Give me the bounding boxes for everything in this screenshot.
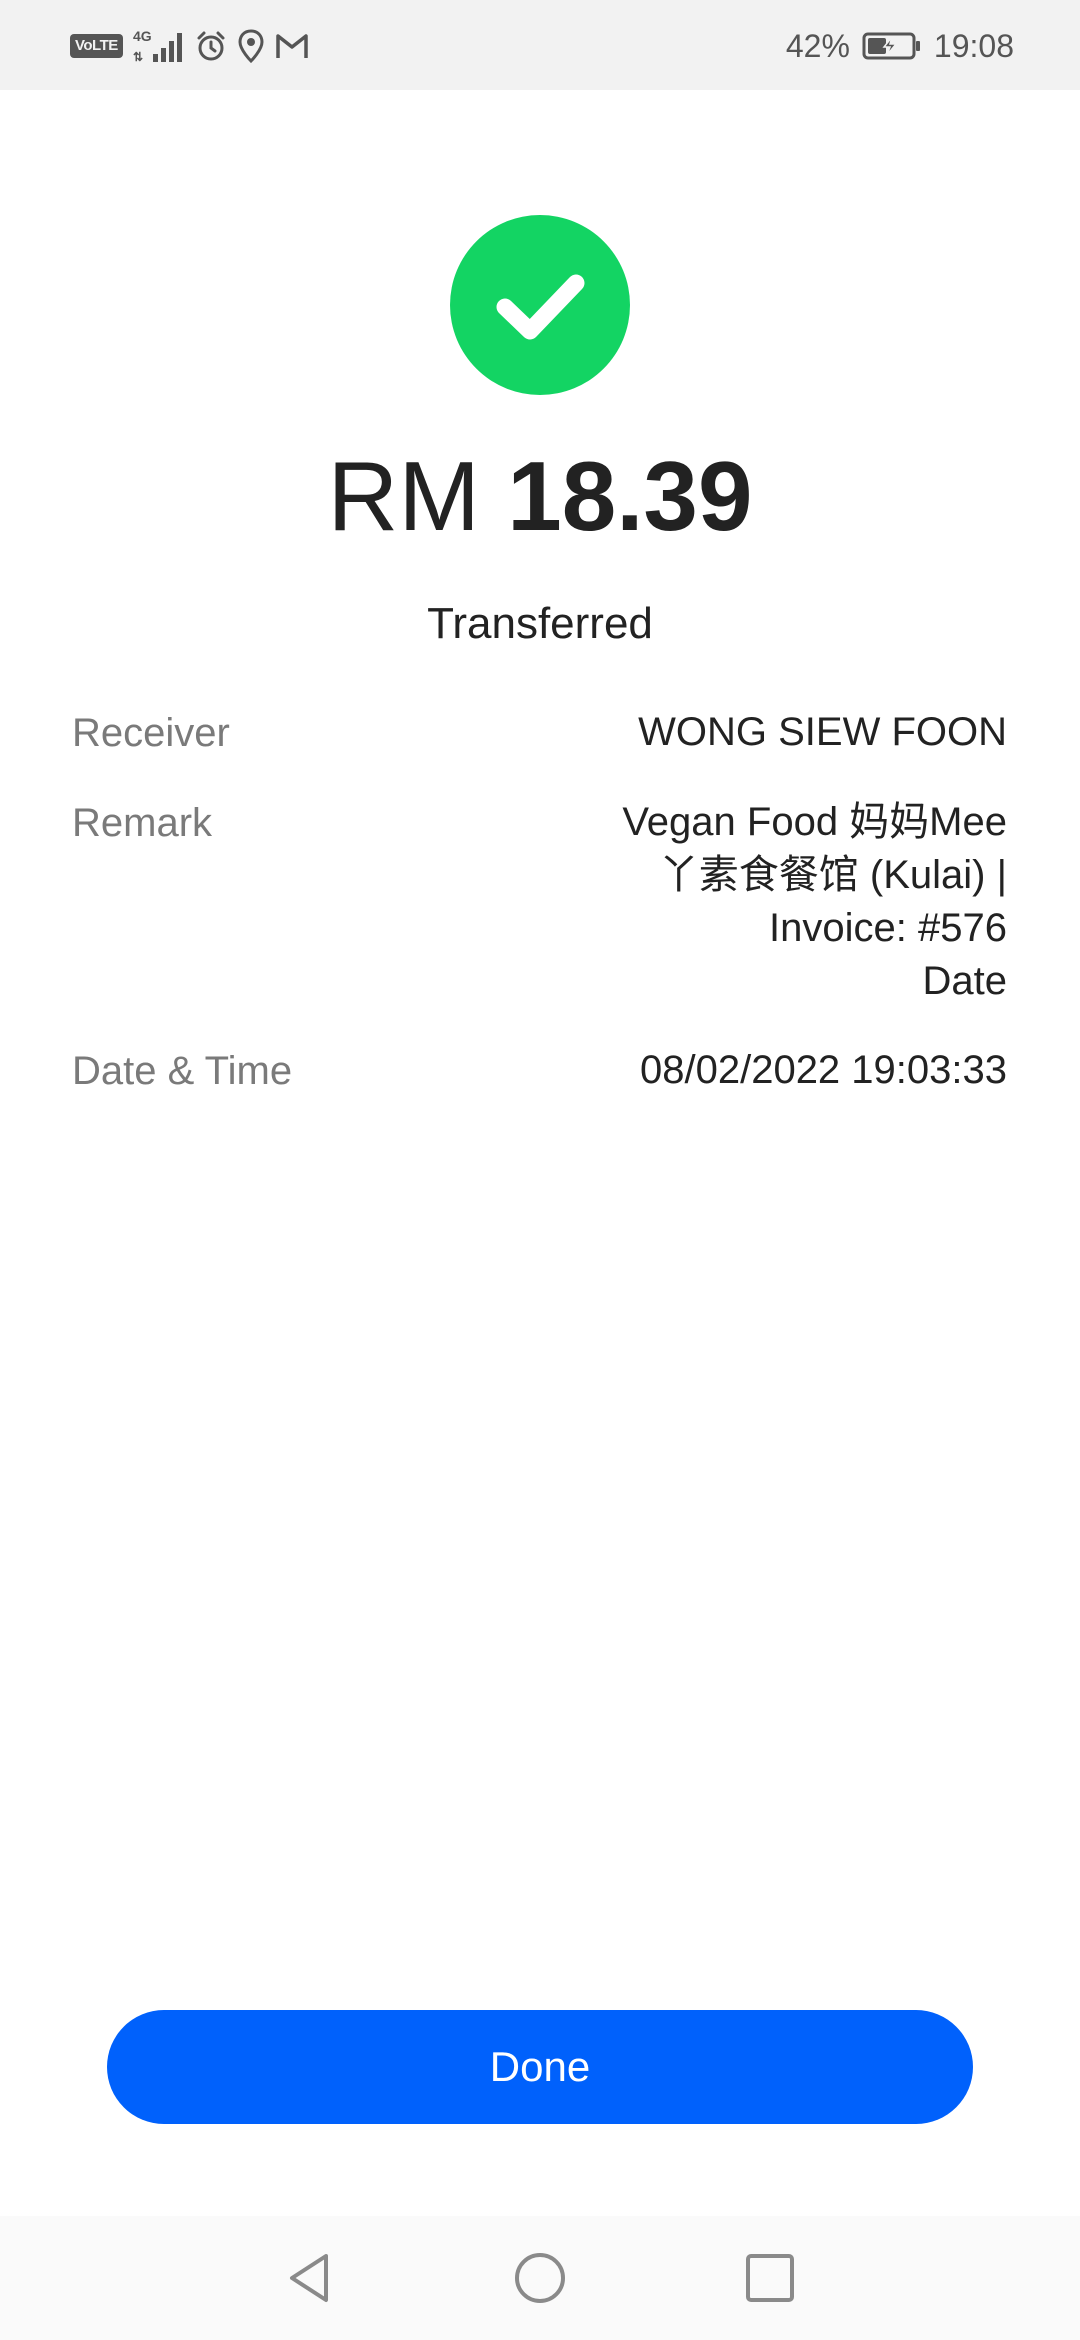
amount-currency: RM xyxy=(327,441,480,551)
status-icons-right: 42% 19:08 xyxy=(786,24,1014,68)
transfer-status: Transferred xyxy=(427,599,653,648)
svg-text:⇅: ⇅ xyxy=(133,50,143,64)
transfer-amount: RM 18.39 xyxy=(0,440,1080,552)
back-icon[interactable] xyxy=(282,2250,338,2306)
status-bar: VoLTE 4G ⇅ 42% 19:08 xyxy=(0,0,1080,90)
remark-line: Date xyxy=(922,959,1008,1003)
amount-value: 18.39 xyxy=(507,441,753,551)
gmail-icon xyxy=(275,32,309,60)
receiver-value: WONG SIEW FOON xyxy=(638,710,1007,754)
remark-line: Vegan Food 妈妈Mee xyxy=(622,800,1007,844)
receiver-label: Receiver xyxy=(72,711,230,755)
status-icons-left: VoLTE 4G ⇅ xyxy=(70,26,309,66)
alarm-icon xyxy=(195,30,227,62)
location-icon xyxy=(237,29,265,63)
date-time-value: 08/02/2022 19:03:33 xyxy=(639,1048,1007,1092)
volte-icon: VoLTE xyxy=(70,34,123,58)
battery-fill xyxy=(867,38,886,54)
signal-icon: 4G ⇅ xyxy=(133,28,185,64)
date-time-label: Date & Time xyxy=(72,1049,293,1093)
remark-value: Vegan Food 妈妈Mee 丫素食餐馆 (Kulai) | Invoice… xyxy=(447,796,1007,1008)
battery-icon xyxy=(862,31,922,61)
check-circle-icon xyxy=(450,215,630,395)
recents-icon[interactable] xyxy=(742,2250,798,2306)
network-type-label: 4G xyxy=(133,28,152,44)
home-icon[interactable] xyxy=(512,2250,568,2306)
clock: 19:08 xyxy=(933,27,1014,64)
navigation-bar xyxy=(0,2216,1080,2340)
done-button[interactable]: Done xyxy=(107,2010,973,2124)
remark-label: Remark xyxy=(72,801,213,845)
remark-line: Invoice: #576 xyxy=(769,906,1007,950)
remark-line: 丫素食餐馆 (Kulai) | xyxy=(658,853,1007,897)
battery-percent: 42% xyxy=(785,27,850,64)
